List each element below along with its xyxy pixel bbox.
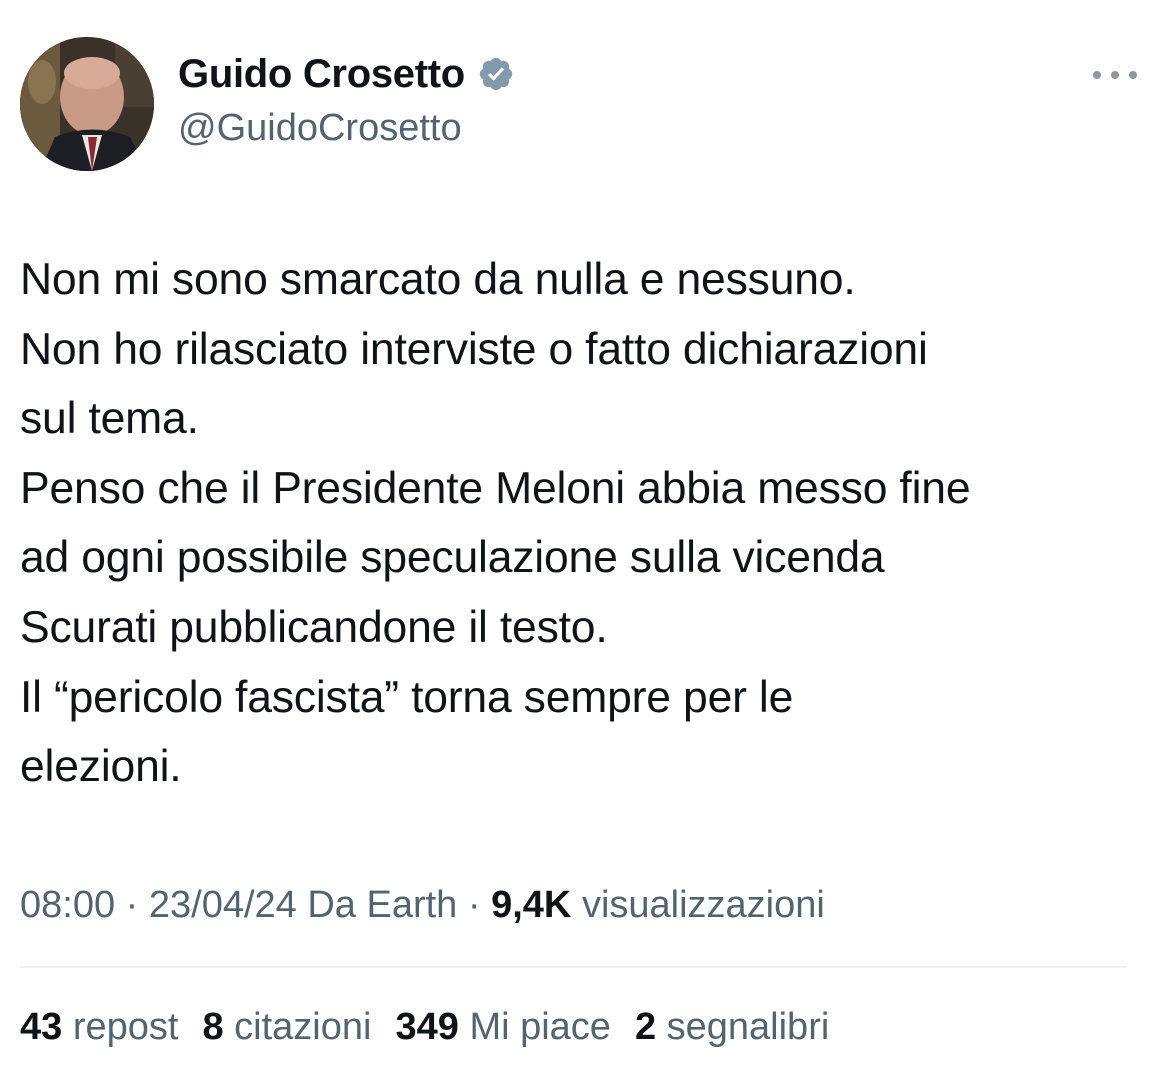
engagement-stats: 43 repost 8 citazioni 349 Mi piace 2 seg… xyxy=(20,999,853,1055)
tweet-line: Non ho rilasciato interviste o fatto dic… xyxy=(20,324,928,374)
tweet-header: Guido Crosetto @GuidoCrosetto xyxy=(20,37,1143,171)
tweet-time[interactable]: 08:00 xyxy=(20,884,115,926)
bookmark-stat[interactable]: 2 segnalibri xyxy=(635,999,829,1055)
bookmark-count: 2 xyxy=(634,1006,657,1048)
more-dot xyxy=(1111,71,1119,79)
bookmark-label: segnalibri xyxy=(666,1006,830,1048)
tweet-line: Non mi sono smarcato da nulla e nessuno. xyxy=(20,255,856,304)
like-label: Mi piace xyxy=(469,1006,611,1048)
meta-separator: · xyxy=(125,884,139,926)
repost-count: 43 xyxy=(20,1006,63,1048)
quote-count: 8 xyxy=(202,1006,224,1048)
like-count: 349 xyxy=(395,1006,459,1048)
tweet-line: Il “pericolo fascista” torna sempre per … xyxy=(20,672,794,722)
more-dot xyxy=(1093,71,1101,79)
tweet-meta: 08:00 · 23/04/24 Da Earth · 9,4K visuali… xyxy=(20,877,825,933)
tweet-date-source[interactable]: 23/04/24 Da Earth xyxy=(149,884,457,926)
author-handle[interactable]: @GuidoCrosetto xyxy=(178,103,515,153)
tweet-text: Non mi sono smarcato da nulla e nessuno.… xyxy=(20,245,1143,802)
tweet-line: ad ogni possibile speculazione sulla vic… xyxy=(20,533,885,583)
views-label: visualizzazioni xyxy=(581,884,825,926)
more-dot xyxy=(1129,71,1137,79)
name-row: Guido Crosetto xyxy=(178,49,515,99)
tweet-line: elezioni. xyxy=(20,742,182,792)
repost-label: repost xyxy=(72,1006,179,1048)
avatar[interactable] xyxy=(20,37,154,171)
more-options-icon[interactable] xyxy=(1093,65,1137,85)
meta-separator: · xyxy=(467,884,481,926)
avatar-image xyxy=(20,37,154,171)
repost-stat[interactable]: 43 repost xyxy=(20,999,178,1055)
tweet-line: Penso che il Presidente Meloni abbia mes… xyxy=(20,463,971,513)
author-display-name[interactable]: Guido Crosetto xyxy=(178,49,465,99)
views-count[interactable]: 9,4K xyxy=(491,884,571,926)
author-info: Guido Crosetto @GuidoCrosetto xyxy=(178,49,515,153)
quote-stat[interactable]: 8 citazioni xyxy=(202,999,371,1055)
verified-badge-icon[interactable] xyxy=(477,55,515,93)
divider xyxy=(20,966,1127,968)
tweet-line: sul tema. xyxy=(20,394,199,444)
tweet-line: Scurati pubblicandone il testo. xyxy=(20,602,608,652)
quote-label: citazioni xyxy=(234,1006,372,1048)
like-stat[interactable]: 349 Mi piace xyxy=(395,999,610,1055)
